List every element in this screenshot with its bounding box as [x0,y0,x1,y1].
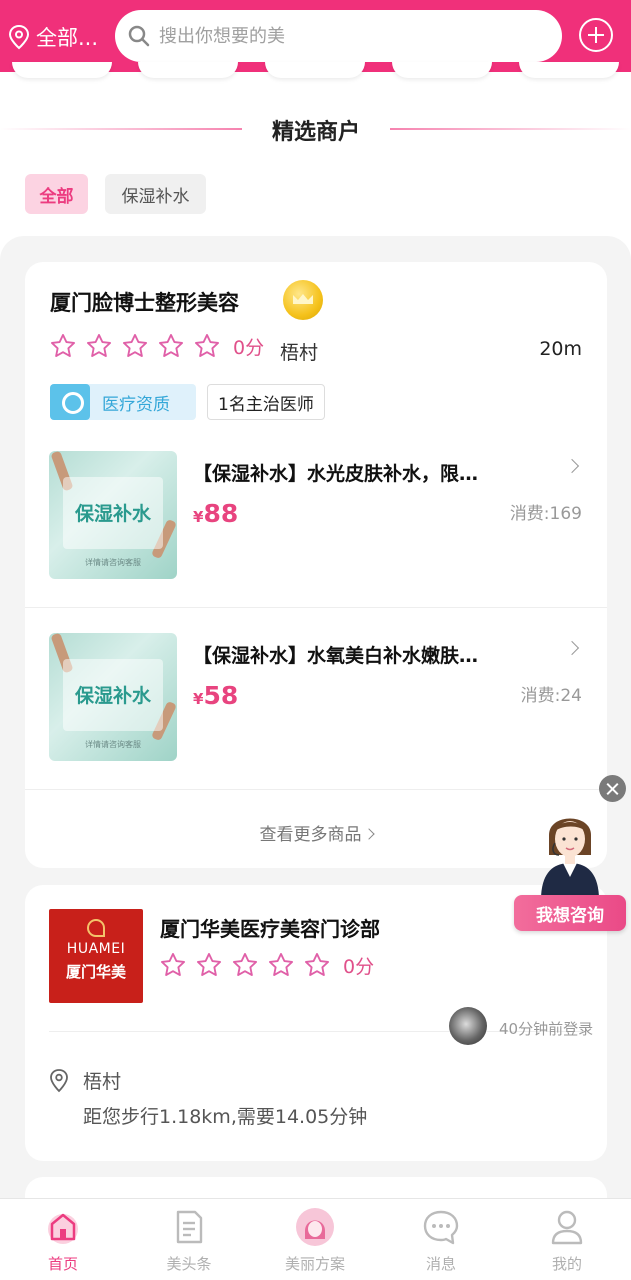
tab-messages[interactable]: 消息 [378,1207,504,1274]
add-icon[interactable] [579,18,613,52]
medical-qualification-badge[interactable]: 医疗资质 [50,384,196,420]
tab-headlines[interactable]: 美头条 [126,1207,252,1274]
tab-label: 美丽方案 [284,1255,345,1273]
product-item[interactable]: 保湿补水 详情请咨询客服 【保湿补水】水氧美白补水嫩肤… ¥58 消费:24 [25,633,607,813]
document-icon [176,1210,203,1244]
beauty-avatar-icon [296,1208,334,1246]
category-pill[interactable] [265,62,365,78]
category-pill[interactable] [519,62,619,78]
shop-distance: 20m [539,338,582,360]
section-header: 精选商户 [0,110,631,150]
location-selector[interactable]: 全部... [8,22,98,52]
chevron-right-icon [564,640,580,656]
star-icon [196,952,222,976]
product-price: ¥88 [193,499,238,528]
user-icon [551,1210,583,1245]
rating-stars: 0分 [159,951,374,979]
shop-card[interactable]: 厦门脸博士整形美容 0分 梧村 20m 医疗资质 1名主治医师 保湿补水 详情请… [25,262,607,868]
avatar [449,1007,487,1045]
category-pill[interactable] [12,62,112,78]
bottom-tab-bar: 首页 美头条 美丽方案 消息 我的 [0,1198,631,1280]
shop-logo: HUAMEI 厦门华美 [49,909,143,1003]
search-input[interactable] [159,25,519,47]
shop-area: 梧村 [83,1071,122,1093]
rating-score: 0分 [343,955,375,978]
filter-moisturize[interactable]: 保湿补水 [105,174,206,214]
star-icon [122,333,148,357]
section-title: 精选商户 [271,120,360,145]
star-icon [304,952,330,976]
close-icon[interactable] [599,775,626,802]
star-icon [268,952,294,976]
crown-icon [283,280,323,320]
login-status: 40分钟前登录 [499,1020,594,1038]
star-icon [232,952,258,976]
product-image: 保湿补水 详情请咨询客服 [49,633,177,761]
tab-label: 美头条 [166,1255,212,1273]
decor-line-left [0,128,242,130]
category-row-remnant [0,62,631,80]
product-image-text: 保湿补水 [74,503,151,525]
logo-mark [87,919,105,937]
tab-mine[interactable]: 我的 [504,1207,630,1274]
rating-stars: 0分 [49,332,264,360]
view-more-products-link[interactable]: 查看更多商品 [25,820,607,845]
divider [25,607,607,608]
currency-symbol: ¥ [193,690,204,708]
star-icon [50,333,76,357]
divider [25,789,607,790]
view-more-label: 查看更多商品 [259,825,362,845]
logo-text-cn: 厦门华美 [65,963,126,981]
star-icon [194,333,220,357]
filter-all[interactable]: 全部 [25,174,88,214]
shop-area: 梧村 [280,342,319,364]
chevron-right-icon [362,828,375,840]
tab-home[interactable]: 首页 [0,1207,126,1274]
walking-route-info: 距您步行1.18km,需要14.05分钟 [83,1106,368,1128]
product-title: 【保湿补水】水光皮肤补水，限… [193,463,479,485]
location-pin-icon [50,1069,68,1093]
product-sold-count: 消费:169 [509,504,582,524]
tab-label: 我的 [551,1255,582,1273]
price-value: 58 [203,681,239,710]
decor-line-right [390,128,631,130]
category-pill[interactable] [392,62,492,78]
product-image-subtext: 详情请咨询客服 [85,558,141,567]
shop-name: 厦门华美医疗美容门诊部 [160,917,380,941]
star-icon [158,333,184,357]
chevron-right-icon [564,458,580,474]
certificate-icon [50,384,90,420]
product-sold-count: 消费:24 [520,686,582,706]
price-value: 88 [203,499,239,528]
consult-button[interactable]: 我想咨询 [514,895,626,931]
star-icon [160,952,186,976]
consultant-avatar-icon[interactable] [535,805,605,900]
currency-symbol: ¥ [193,508,204,526]
tab-label: 首页 [47,1255,78,1273]
rating-score: 0分 [233,336,265,359]
product-item[interactable]: 保湿补水 详情请咨询客服 【保湿补水】水光皮肤补水，限… ¥88 消费:169 [25,451,607,631]
location-pin-icon [8,24,30,50]
product-image-text: 保湿补水 [74,685,151,707]
tab-beauty-plan[interactable]: 美丽方案 [252,1207,378,1274]
product-image-subtext: 详情请咨询客服 [85,740,141,749]
location-label: 全部... [36,26,99,50]
star-icon [86,333,112,357]
product-price: ¥58 [193,681,238,710]
product-title: 【保湿补水】水氧美白补水嫩肤… [193,645,479,667]
tab-label: 消息 [425,1255,456,1273]
badge-label: 医疗资质 [102,394,170,415]
category-pill[interactable] [138,62,238,78]
search-icon [128,25,150,47]
product-image: 保湿补水 详情请咨询客服 [49,451,177,579]
doctor-count-badge[interactable]: 1名主治医师 [207,384,325,420]
search-bar[interactable] [115,10,562,62]
home-icon [48,1213,78,1244]
logo-text-en: HUAMEI [66,941,126,957]
shop-name: 厦门脸博士整形美容 [50,291,239,315]
message-icon [423,1210,459,1245]
